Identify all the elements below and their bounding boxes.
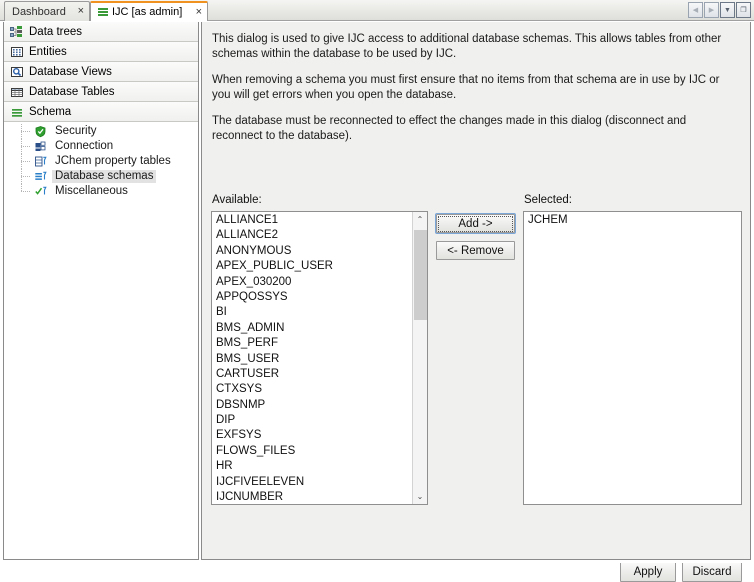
scroll-tabs-right-button[interactable]: ▶ xyxy=(704,2,719,18)
sidebar: Data trees Entities Database Views xyxy=(3,22,199,560)
sidebar-item-database-views-label: Database Views xyxy=(29,66,112,78)
miscellaneous-icon xyxy=(34,185,47,198)
scrollbar-thumb[interactable] xyxy=(414,230,427,320)
remove-schema-button[interactable]: <- Remove xyxy=(436,241,515,260)
maximize-window-button[interactable]: ❐ xyxy=(736,2,751,18)
selected-label: Selected: xyxy=(524,194,572,206)
tree-connector xyxy=(18,169,34,184)
list-item[interactable]: DIP xyxy=(212,413,412,428)
list-item[interactable]: ALLIANCE1 xyxy=(212,213,412,228)
list-item[interactable]: FLOWS_FILES xyxy=(212,444,412,459)
data-trees-icon xyxy=(10,25,24,39)
tab-ijc-close-icon[interactable]: × xyxy=(196,7,202,18)
chevron-down-icon: ▼ xyxy=(724,7,731,14)
list-item[interactable]: ALLIANCE2 xyxy=(212,228,412,243)
remove-schema-button-label: <- Remove xyxy=(447,245,504,257)
sidebar-item-entities[interactable]: Entities xyxy=(4,42,198,62)
tab-ijc-label: IJC [as admin] xyxy=(112,6,190,18)
sidebar-item-schema-label: Schema xyxy=(29,106,71,118)
database-schemas-panel: This dialog is used to give IJC access t… xyxy=(201,22,751,560)
sidebar-item-jchem-property-tables[interactable]: JChem property tables xyxy=(4,154,198,169)
description-paragraph-1: This dialog is used to give IJC access t… xyxy=(212,32,738,62)
sidebar-item-security-label: Security xyxy=(52,125,100,138)
list-item[interactable]: APEX_030200 xyxy=(212,275,412,290)
scroll-up-button[interactable]: ⌃ xyxy=(413,212,427,227)
available-list-scrollbar[interactable]: ⌃ ⌄ xyxy=(412,212,427,504)
add-schema-button[interactable]: Add -> xyxy=(436,214,515,233)
sidebar-item-database-views[interactable]: Database Views xyxy=(4,62,198,82)
tab-list-dropdown-button[interactable]: ▼ xyxy=(720,2,735,18)
tab-dashboard[interactable]: Dashboard × xyxy=(4,1,90,21)
sidebar-item-database-tables[interactable]: Database Tables xyxy=(4,82,198,102)
list-item[interactable]: IJCFIVEELEVEN xyxy=(212,475,412,490)
tab-dashboard-label: Dashboard xyxy=(12,6,72,18)
tree-connector xyxy=(18,154,34,169)
left-arrow-icon: ◀ xyxy=(693,6,698,14)
right-arrow-icon: ▶ xyxy=(709,6,714,14)
maximize-icon: ❐ xyxy=(740,6,746,14)
available-schemas-list[interactable]: ALLIANCE1ALLIANCE2ANONYMOUSAPEX_PUBLIC_U… xyxy=(211,211,428,505)
selected-schemas-list[interactable]: JCHEM xyxy=(523,211,742,505)
list-item[interactable]: BMS_ADMIN xyxy=(212,321,412,336)
shield-icon xyxy=(34,125,47,138)
sidebar-item-miscellaneous-label: Miscellaneous xyxy=(52,185,131,198)
scroll-tabs-left-button[interactable]: ◀ xyxy=(688,2,703,18)
panel-description: This dialog is used to give IJC access t… xyxy=(212,32,738,144)
discard-button-label: Discard xyxy=(693,566,732,578)
sidebar-item-schema[interactable]: Schema xyxy=(4,102,198,122)
list-item[interactable]: APEX_PUBLIC_USER xyxy=(212,259,412,274)
list-item[interactable]: BMS_USER xyxy=(212,352,412,367)
tab-bar: Dashboard × IJC [as admin] × ◀ ▶ ▼ ❐ xyxy=(0,0,754,21)
list-item[interactable]: CTXSYS xyxy=(212,382,412,397)
sidebar-item-security[interactable]: Security xyxy=(4,124,198,139)
schema-lines-icon xyxy=(10,105,24,119)
database-views-magnifier-icon xyxy=(10,65,24,79)
sidebar-item-connection-label: Connection xyxy=(52,140,116,153)
sidebar-item-entities-label: Entities xyxy=(29,46,67,58)
schema-lines-icon xyxy=(98,7,108,17)
apply-button-label: Apply xyxy=(634,566,663,578)
window-controls: ◀ ▶ ▼ ❐ xyxy=(688,2,751,18)
tab-dashboard-close-icon[interactable]: × xyxy=(78,6,84,17)
tree-connector xyxy=(18,184,34,199)
schema-subtree: Security Connection xyxy=(4,122,198,199)
tree-connector xyxy=(18,124,34,139)
description-paragraph-3: The database must be reconnected to effe… xyxy=(212,114,738,144)
entities-grid-icon xyxy=(10,45,24,59)
chevron-up-icon: ⌃ xyxy=(417,215,424,224)
add-schema-button-label: Add -> xyxy=(438,216,513,232)
sidebar-item-connection[interactable]: Connection xyxy=(4,139,198,154)
available-schemas-list-items: ALLIANCE1ALLIANCE2ANONYMOUSAPEX_PUBLIC_U… xyxy=(212,213,412,504)
list-item[interactable]: EXFSYS xyxy=(212,428,412,443)
tree-connector xyxy=(18,139,34,154)
apply-button[interactable]: Apply xyxy=(620,561,676,582)
description-paragraph-2: When removing a schema you must first en… xyxy=(212,73,738,103)
sidebar-item-database-schemas[interactable]: Database schemas xyxy=(4,169,198,184)
property-tables-icon xyxy=(34,155,47,168)
list-item[interactable]: CARTUSER xyxy=(212,367,412,382)
sidebar-item-miscellaneous[interactable]: Miscellaneous xyxy=(4,184,198,199)
list-item[interactable]: BI xyxy=(212,305,412,320)
list-item[interactable]: DBSNMP xyxy=(212,398,412,413)
list-item[interactable]: HR xyxy=(212,459,412,474)
discard-button[interactable]: Discard xyxy=(682,561,742,582)
sidebar-item-data-trees-label: Data trees xyxy=(29,26,82,38)
connection-icon xyxy=(34,140,47,153)
list-item[interactable]: APPQOSSYS xyxy=(212,290,412,305)
sidebar-item-jchem-property-tables-label: JChem property tables xyxy=(52,155,174,168)
selected-schemas-list-items: JCHEM xyxy=(524,213,741,504)
list-item[interactable]: ANONYMOUS xyxy=(212,244,412,259)
list-item[interactable]: JCHEM xyxy=(524,213,741,228)
list-item[interactable]: BMS_PERF xyxy=(212,336,412,351)
sidebar-item-data-trees[interactable]: Data trees xyxy=(4,22,198,42)
chevron-down-icon: ⌄ xyxy=(417,492,424,501)
scroll-down-button[interactable]: ⌄ xyxy=(413,489,427,504)
list-item[interactable]: IJCNUMBER xyxy=(212,490,412,504)
database-schemas-icon xyxy=(34,170,47,183)
sidebar-item-database-schemas-label: Database schemas xyxy=(52,170,156,183)
database-tables-grid-icon xyxy=(10,85,24,99)
available-label: Available: xyxy=(212,194,262,206)
tab-ijc-as-admin[interactable]: IJC [as admin] × xyxy=(90,1,208,21)
sidebar-item-database-tables-label: Database Tables xyxy=(29,86,114,98)
